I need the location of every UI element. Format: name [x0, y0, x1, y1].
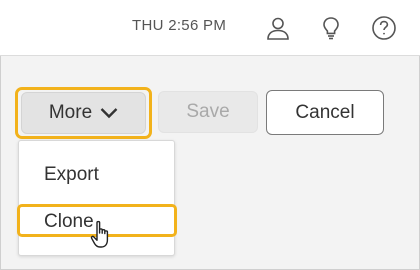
save-button-label: Save	[186, 101, 230, 122]
more-button[interactable]: More	[21, 92, 146, 134]
top-bar: THU 2:56 PM	[0, 0, 420, 56]
more-button-label: More	[48, 102, 93, 123]
cancel-button[interactable]: Cancel	[266, 90, 384, 135]
lightbulb-icon[interactable]	[318, 15, 344, 41]
help-icon[interactable]	[371, 15, 397, 41]
user-icon[interactable]	[265, 15, 291, 41]
chevron-down-icon	[100, 108, 118, 119]
save-button[interactable]: Save	[158, 91, 258, 133]
clock-display: THU 2:56 PM	[132, 17, 227, 34]
menu-item-export[interactable]: Export	[44, 164, 99, 186]
hand-cursor-icon	[90, 219, 116, 251]
cancel-button-label: Cancel	[295, 101, 355, 123]
